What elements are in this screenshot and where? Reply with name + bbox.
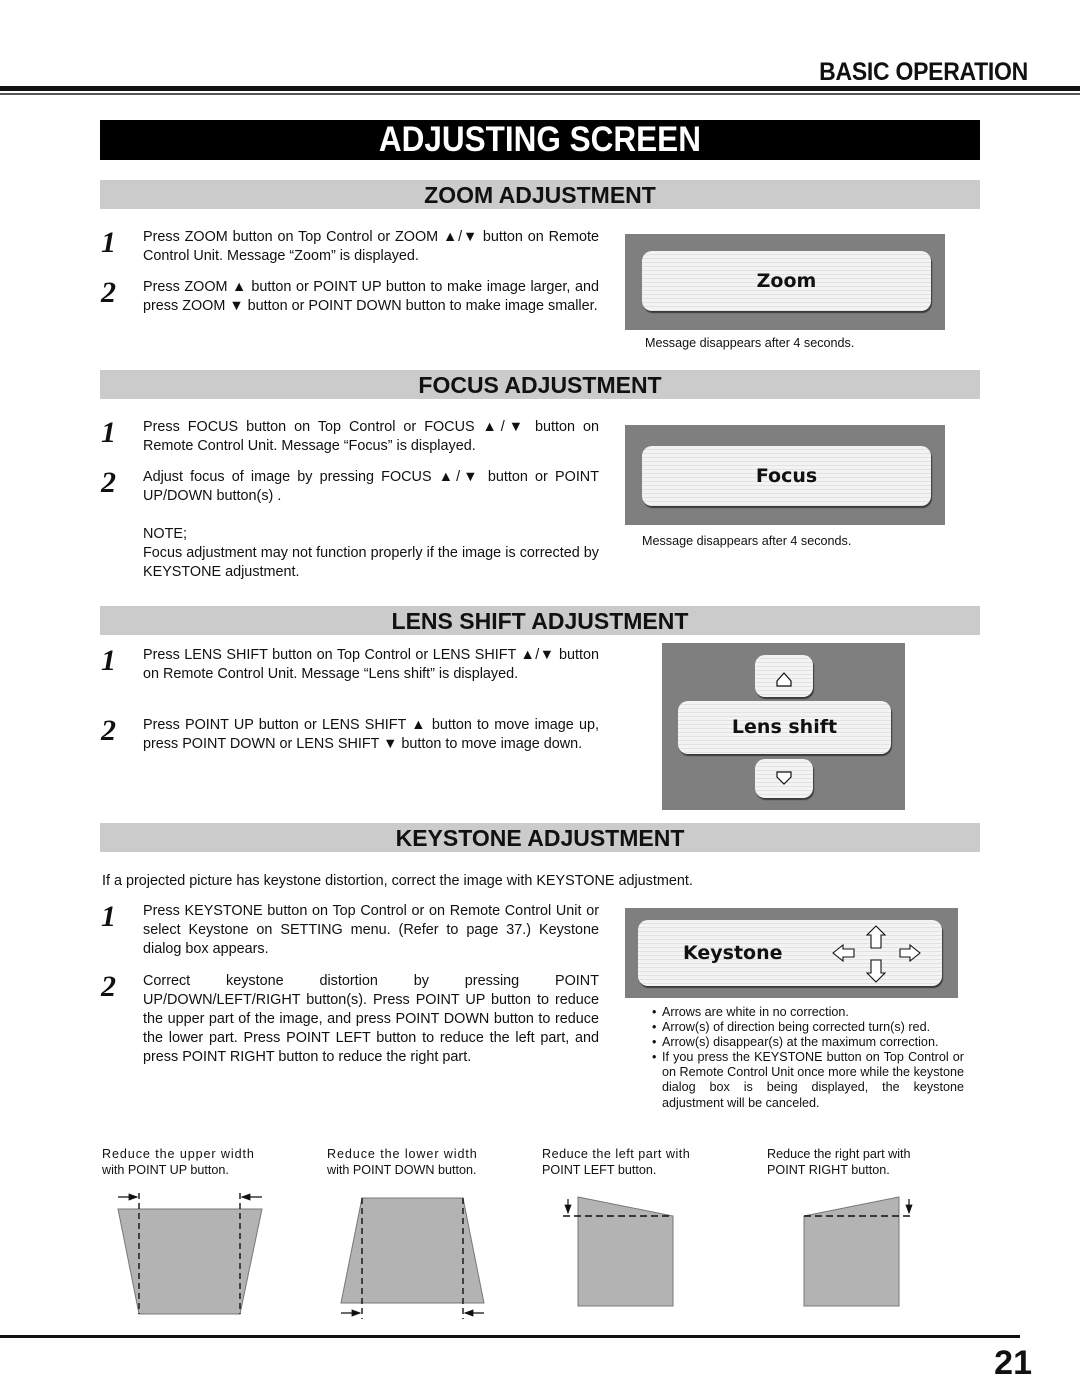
- diagram-upper-width: [117, 1193, 263, 1315]
- keystone-diagrams: [117, 1193, 913, 1319]
- diagram-right-part: [803, 1196, 913, 1307]
- page-number: 21: [994, 1344, 1032, 1382]
- diagram-left-part: [563, 1196, 674, 1307]
- footer-rule: [0, 1335, 1020, 1338]
- diagram-lower-width: [340, 1197, 485, 1319]
